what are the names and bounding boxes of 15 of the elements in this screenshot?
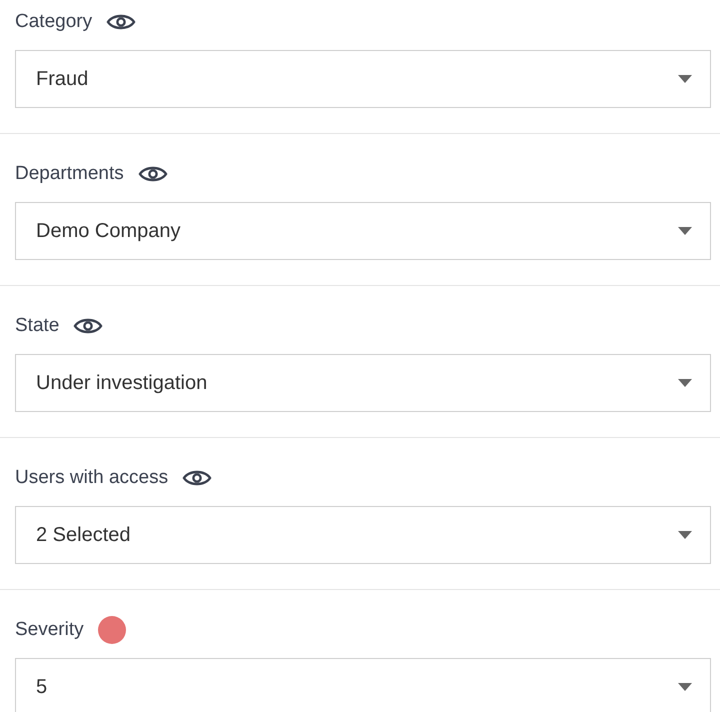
caret-icon bbox=[678, 683, 692, 691]
select-field[interactable]: 2 Selected bbox=[15, 506, 711, 564]
select-field[interactable]: 5 bbox=[15, 658, 711, 712]
field-label: Users with access bbox=[15, 467, 168, 489]
caret-icon bbox=[678, 379, 692, 387]
field-label: Category bbox=[15, 11, 92, 33]
select-field[interactable]: Demo Company bbox=[15, 202, 711, 260]
field-label: State bbox=[15, 315, 60, 337]
field-label: Severity bbox=[15, 619, 84, 641]
caret-icon bbox=[678, 531, 692, 539]
caret-icon bbox=[678, 75, 692, 83]
caret-icon bbox=[678, 227, 692, 235]
select-field[interactable]: Under investigation bbox=[15, 354, 711, 412]
field-label: Departments bbox=[15, 163, 124, 185]
select-field[interactable]: Fraud bbox=[15, 50, 711, 108]
